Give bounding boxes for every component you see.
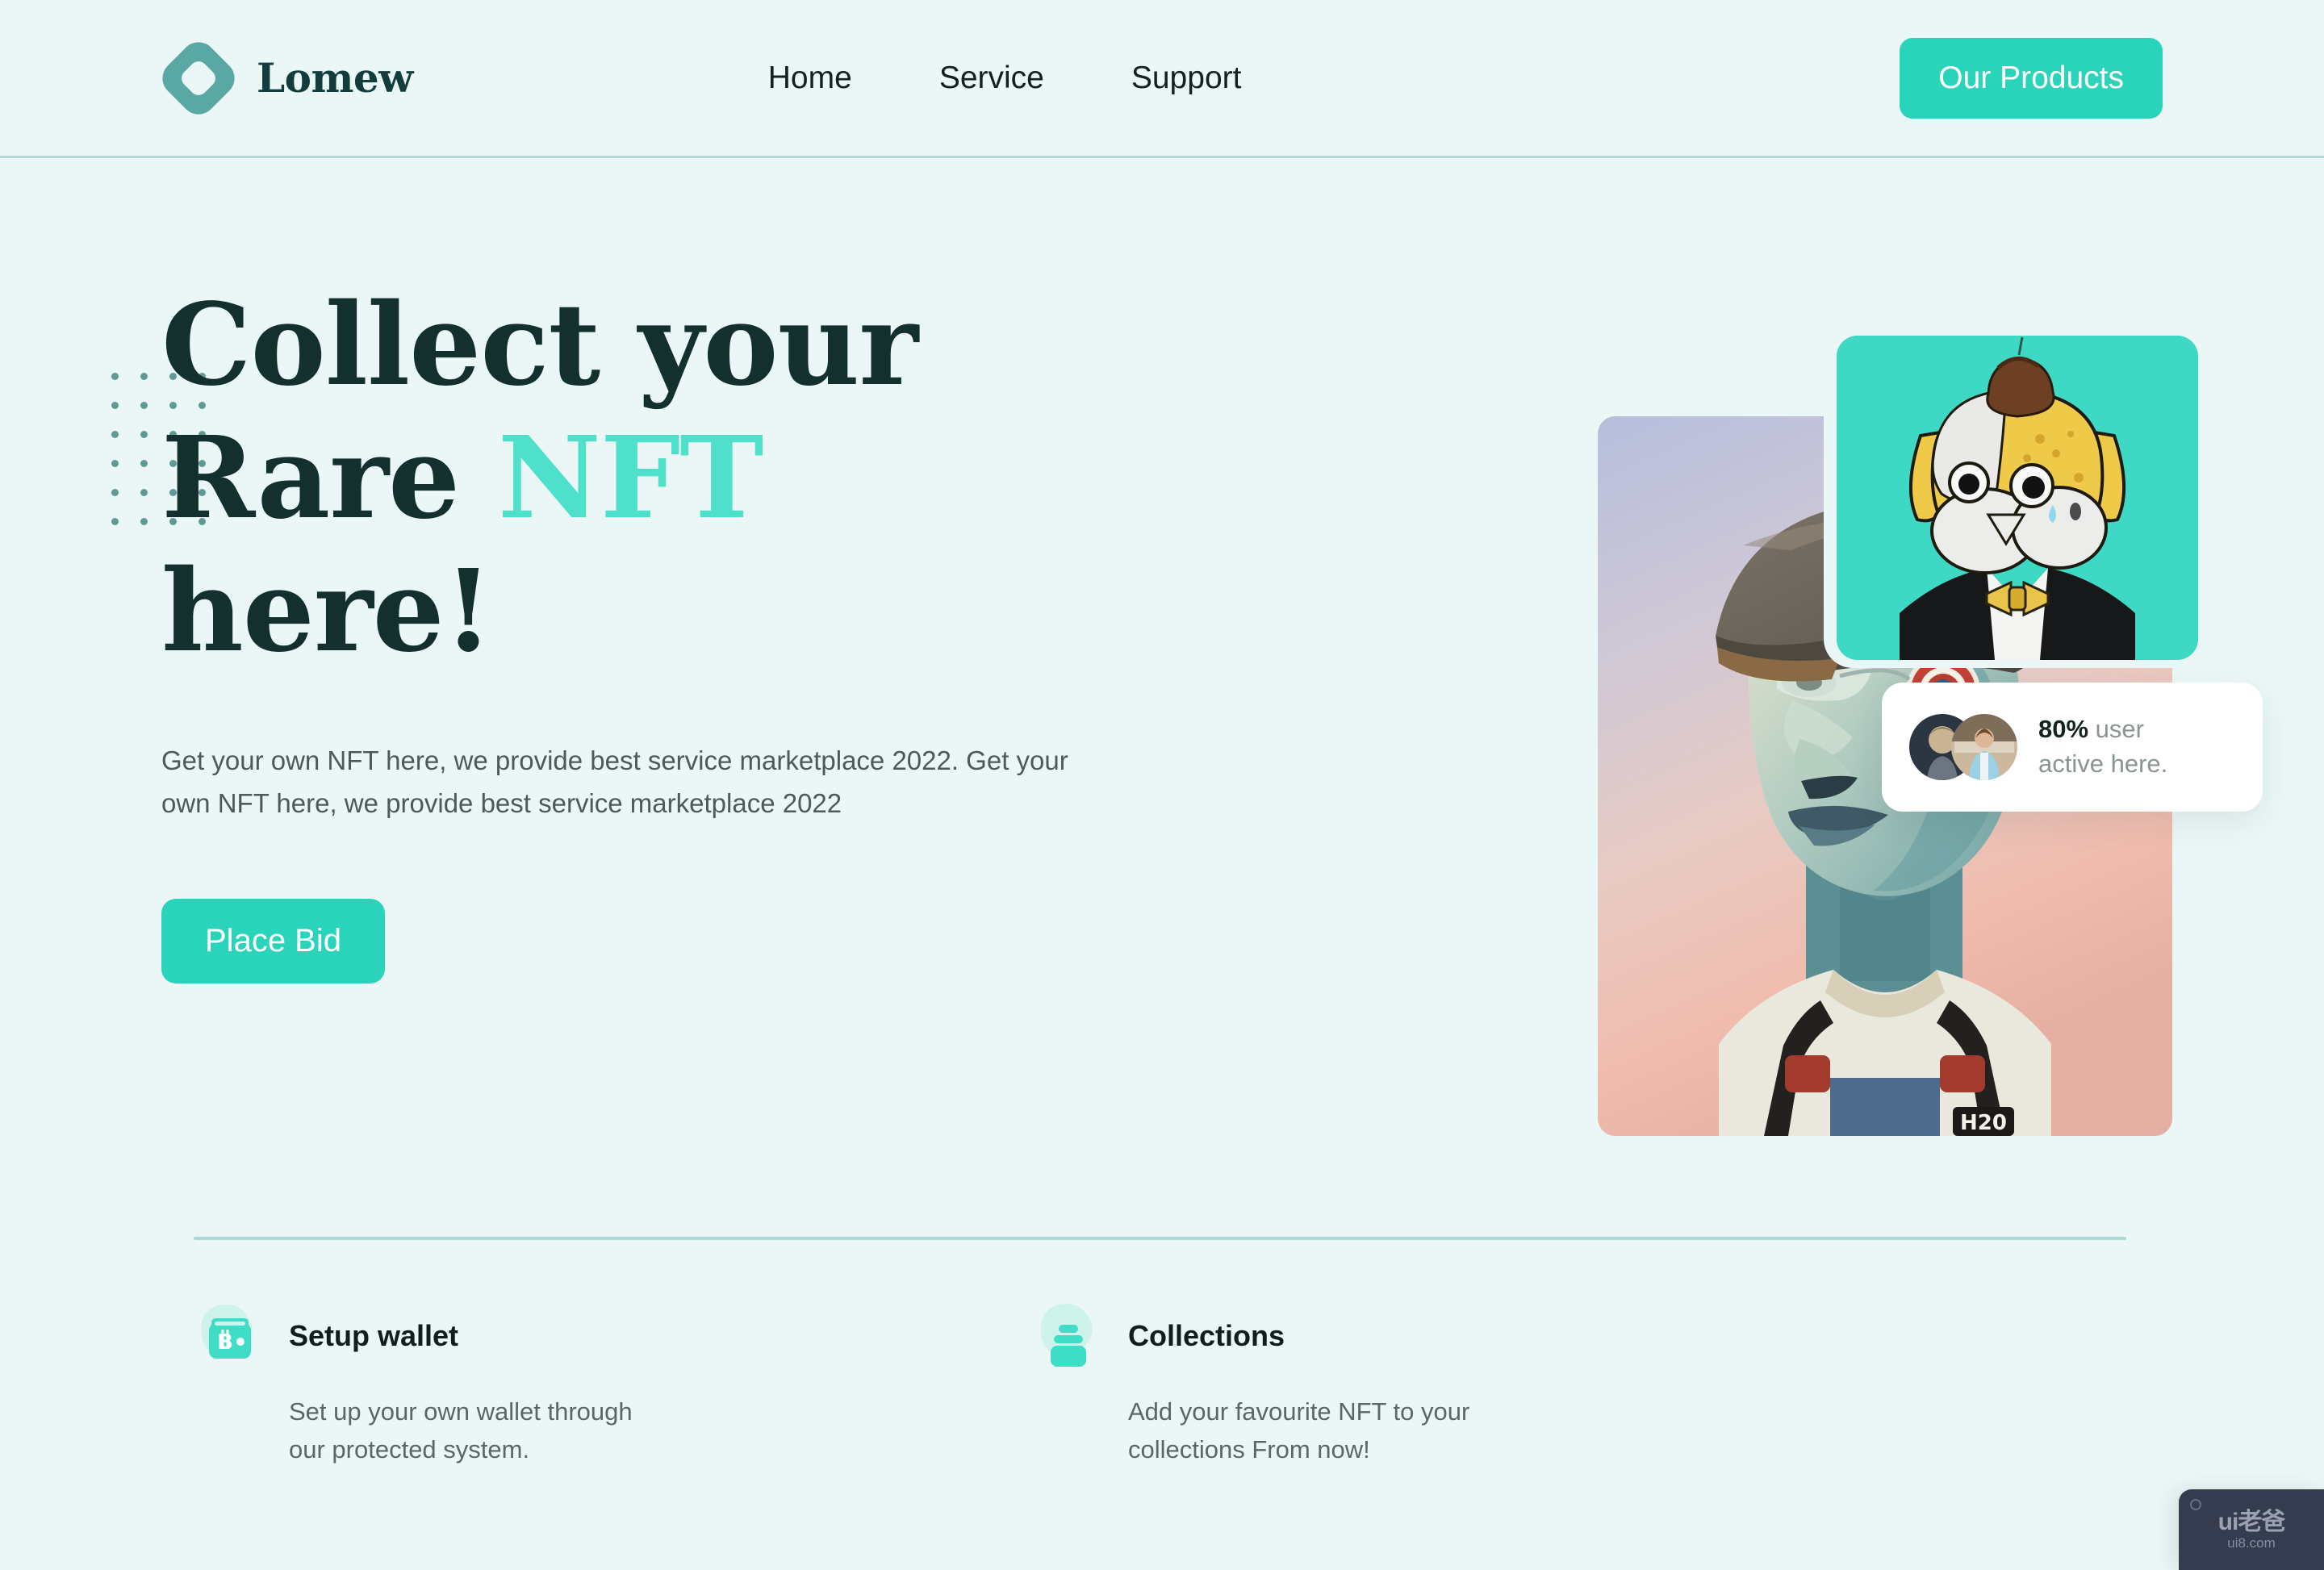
nft-secondary-image[interactable] [1837,336,2198,660]
brand-name: Lomew [257,53,413,102]
hero-artwork: H20 80% user active here. [1259,158,2263,1136]
hero-headline-line2-plain: Rare [161,412,498,545]
hero-headline-accent-nft: NFT [497,412,764,545]
watermark-title: ui老爸 [2217,1508,2286,1535]
hero-section: Collect your Rare NFT here! Get your own… [0,158,2324,1136]
feature-description: Set up your own wallet through our prote… [289,1397,633,1464]
feature-description: Add your favourite NFT to your collectio… [1128,1397,1470,1464]
brand-logo[interactable]: Lomew [155,34,413,122]
feature-title: Setup wallet [289,1319,459,1352]
lomew-diamond-icon [155,34,242,122]
hero-subtitle: Get your own NFT here, we provide best s… [161,745,1068,819]
feature-setup-wallet: B Setup wallet Set up your own wallet th… [194,1299,646,1468]
nav-item-home[interactable]: Home [768,61,852,96]
hero-content: Collect your Rare NFT here! Get your own… [111,158,1259,1086]
wallet-bitcoin-icon: B [194,1299,268,1373]
feature-collections: Collections Add your favourite NFT to yo… [1033,1299,1485,1468]
hero-headline-line1: Collect your [161,279,918,411]
hero-headline-line3: here! [161,545,493,679]
primary-navigation: Home Service Support [768,61,1242,96]
avatar-group [1909,714,2017,780]
avatar-user-2 [1951,714,2017,780]
our-products-button[interactable]: Our Products [1900,37,2163,119]
stacked-layers-icon [1033,1299,1107,1373]
section-divider [194,1237,2126,1240]
svg-text:H20: H20 [1960,1111,2007,1135]
nav-item-support[interactable]: Support [1131,61,1242,96]
active-users-label-2: active here. [2038,750,2168,778]
place-bid-button[interactable]: Place Bid [161,899,385,984]
active-users-text: 80% user active here. [2038,712,2167,782]
watermark-badge: ui老爸 ui8.com [2179,1489,2324,1570]
nav-item-service[interactable]: Service [939,61,1044,96]
hero-headline: Collect your Rare NFT here! [161,279,1259,679]
feature-title: Collections [1128,1319,1285,1352]
site-header: Lomew Home Service Support Our Products [0,0,2324,158]
active-users-percent: 80% [2038,715,2089,744]
watermark-ring-icon [2190,1499,2201,1510]
features-row: B Setup wallet Set up your own wallet th… [194,1299,1485,1468]
active-users-label-1: user [2088,715,2144,744]
watermark-url: ui8.com [2227,1535,2276,1551]
svg-text:B: B [217,1330,233,1355]
active-users-card: 80% user active here. [1882,683,2263,812]
